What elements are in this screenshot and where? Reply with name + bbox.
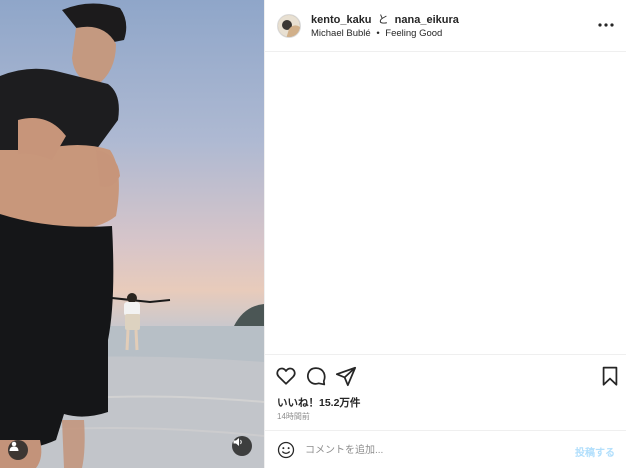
comment-icon[interactable] (305, 365, 327, 387)
post-details-panel: kento_kaku と nana_eikura Michael Bublé •… (264, 0, 626, 468)
user-tag-button[interactable] (8, 440, 28, 460)
paper-plane-icon[interactable] (335, 365, 357, 387)
author-link-2[interactable]: nana_eikura (395, 14, 459, 26)
post-actions: いいね！15.2万件 14時間前 (265, 354, 626, 426)
audio-separator-dot: • (376, 28, 380, 39)
post-authors: kento_kaku と nana_eikura (311, 11, 459, 27)
island-shape (234, 304, 264, 328)
user-tag-icon (9, 441, 19, 451)
emoji-icon[interactable] (277, 441, 295, 459)
post-comment-button[interactable]: 投稿する (575, 444, 615, 459)
audio-artist: Michael Bublé (311, 28, 371, 39)
comment-composer: 投稿する (265, 430, 626, 468)
audio-attribution[interactable]: Michael Bublé • Feeling Good (311, 28, 442, 39)
foreground-person (0, 3, 127, 468)
speaker-icon (233, 438, 242, 446)
bookmark-icon[interactable] (599, 365, 621, 387)
post-timestamp[interactable]: 14時間前 (277, 411, 310, 422)
mute-toggle-button[interactable] (232, 436, 252, 456)
avatar[interactable] (277, 14, 301, 38)
media-scene (0, 3, 264, 468)
author-separator: と (377, 14, 389, 26)
author-link-1[interactable]: kento_kaku (311, 14, 372, 26)
comments-list[interactable] (265, 53, 626, 353)
audio-track: Feeling Good (385, 28, 443, 39)
like-count[interactable]: いいね！15.2万件 (277, 395, 360, 410)
post-media[interactable] (0, 0, 264, 468)
heart-icon[interactable] (275, 365, 297, 387)
comment-input[interactable] (305, 440, 555, 460)
avatar-image (278, 15, 300, 37)
post-header: kento_kaku と nana_eikura Michael Bublé •… (265, 0, 626, 52)
more-horizontal-icon[interactable] (597, 17, 615, 33)
